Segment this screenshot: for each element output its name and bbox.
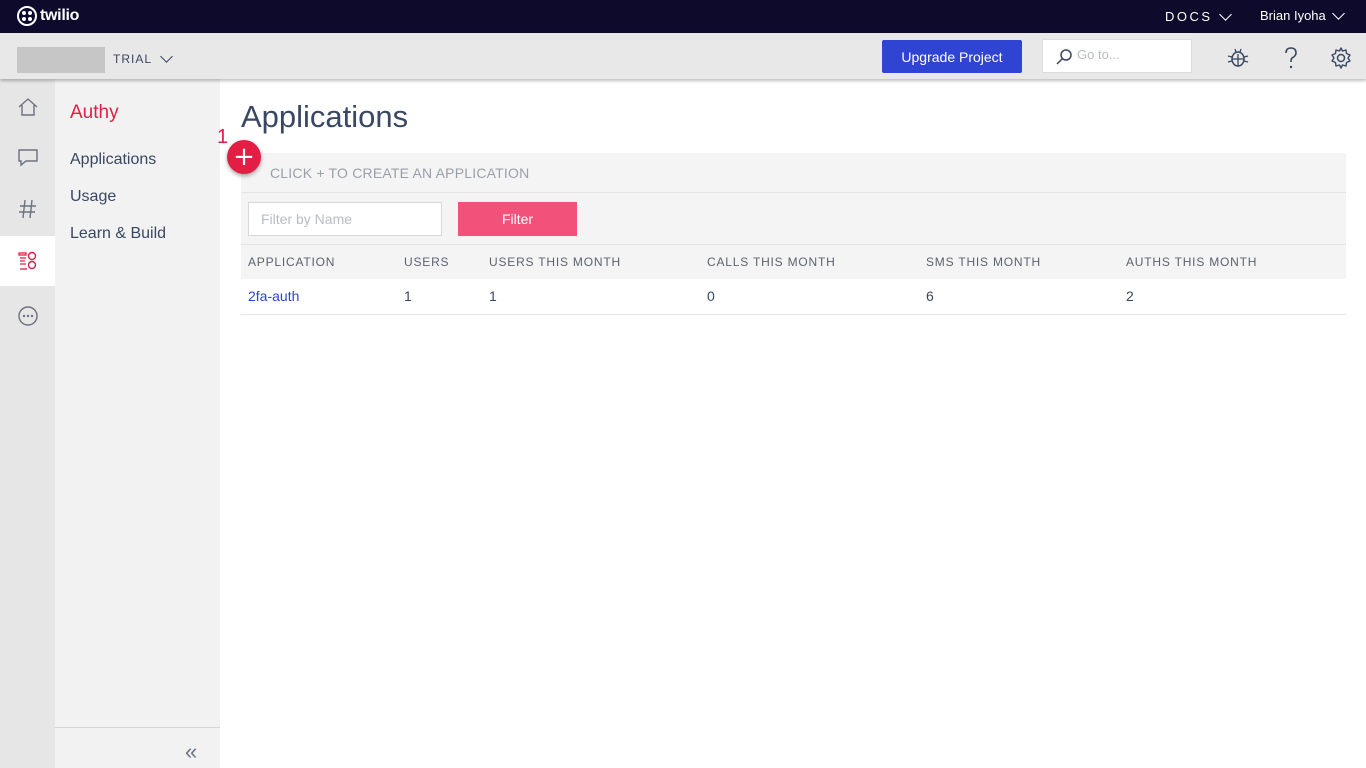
- collapse-sidenav-button[interactable]: «: [55, 727, 220, 768]
- goto-search[interactable]: [1042, 39, 1192, 73]
- rail-authy[interactable]: [0, 236, 55, 286]
- project-bar: TRIAL Upgrade Project: [0, 33, 1366, 79]
- home-icon: [18, 98, 37, 116]
- chevron-down-icon: [160, 50, 173, 63]
- authy-sidenav: Authy Applications Usage Learn & Build «: [55, 79, 220, 768]
- logo-text: twilio: [40, 7, 80, 24]
- column-header: CALLS THIS MONTH: [707, 255, 836, 269]
- top-bar: twilio DOCS Brian Iyoha: [0, 0, 1366, 33]
- authy-icon: [17, 251, 36, 270]
- sidenav-item-usage[interactable]: Usage: [70, 188, 116, 206]
- chevron-down-icon: [1218, 7, 1232, 21]
- user-menu[interactable]: Brian Iyoha: [1260, 6, 1345, 23]
- sidenav-item-learn-build[interactable]: Learn & Build: [70, 225, 166, 243]
- column-header: SMS THIS MONTH: [926, 255, 1041, 269]
- applications-table: APPLICATION USERS USERS THIS MONTH CALLS…: [241, 245, 1346, 315]
- sidenav-item-applications[interactable]: Applications: [70, 151, 156, 169]
- filter-by-name-input[interactable]: [248, 202, 442, 236]
- annotation-number: 1: [217, 126, 229, 148]
- double-chevron-left-icon: «: [185, 739, 197, 764]
- user-name: Brian Iyoha: [1260, 8, 1326, 23]
- project-name-placeholder[interactable]: [17, 47, 105, 73]
- rail-programmable-messaging[interactable]: [0, 132, 55, 182]
- twilio-logo-icon: [17, 6, 37, 26]
- table-cell: 1: [404, 288, 412, 304]
- more-icon: [17, 306, 38, 326]
- hash-icon: [18, 199, 36, 219]
- column-header: AUTHS THIS MONTH: [1126, 255, 1258, 269]
- create-hint: CLICK + TO CREATE AN APPLICATION: [270, 165, 530, 181]
- sidenav-title[interactable]: Authy: [70, 102, 119, 124]
- twilio-logo[interactable]: twilio: [17, 6, 79, 26]
- docs-menu[interactable]: DOCS: [1165, 7, 1232, 24]
- rail-more[interactable]: [0, 291, 55, 341]
- table-row: 2fa-auth 1 1 0 6 2: [241, 279, 1346, 315]
- chat-icon: [17, 149, 38, 167]
- goto-search-input[interactable]: [1077, 47, 1187, 62]
- search-icon: [1056, 49, 1072, 65]
- debugger-bug-icon[interactable]: [1226, 46, 1250, 70]
- table-cell: 1: [489, 288, 497, 304]
- column-header: USERS: [404, 255, 450, 269]
- table-header: APPLICATION USERS USERS THIS MONTH CALLS…: [241, 245, 1346, 279]
- project-plan-selector[interactable]: TRIAL: [113, 50, 173, 66]
- application-link[interactable]: 2fa-auth: [248, 288, 299, 304]
- product-rail: [0, 79, 55, 768]
- table-cell: 2: [1126, 288, 1134, 304]
- upgrade-project-button[interactable]: Upgrade Project: [882, 40, 1022, 73]
- filter-button[interactable]: Filter: [458, 202, 577, 236]
- docs-label: DOCS: [1165, 9, 1213, 24]
- rail-phone-numbers[interactable]: [0, 184, 55, 234]
- project-plan-label: TRIAL: [113, 52, 153, 66]
- main-content: Applications CLICK + TO CREATE AN APPLIC…: [217, 79, 1366, 768]
- help-icon[interactable]: [1279, 46, 1303, 70]
- column-header: USERS THIS MONTH: [489, 255, 621, 269]
- chevron-down-icon: [1331, 6, 1345, 20]
- column-header: APPLICATION: [248, 255, 336, 269]
- table-cell: 0: [707, 288, 715, 304]
- create-application-bar: CLICK + TO CREATE AN APPLICATION: [241, 153, 1346, 193]
- filter-bar: Filter: [241, 193, 1346, 245]
- table-cell: 6: [926, 288, 934, 304]
- page-title: Applications: [241, 99, 409, 134]
- rail-home[interactable]: [0, 82, 55, 132]
- settings-gear-icon[interactable]: [1329, 46, 1353, 70]
- create-application-button[interactable]: +: [227, 140, 261, 174]
